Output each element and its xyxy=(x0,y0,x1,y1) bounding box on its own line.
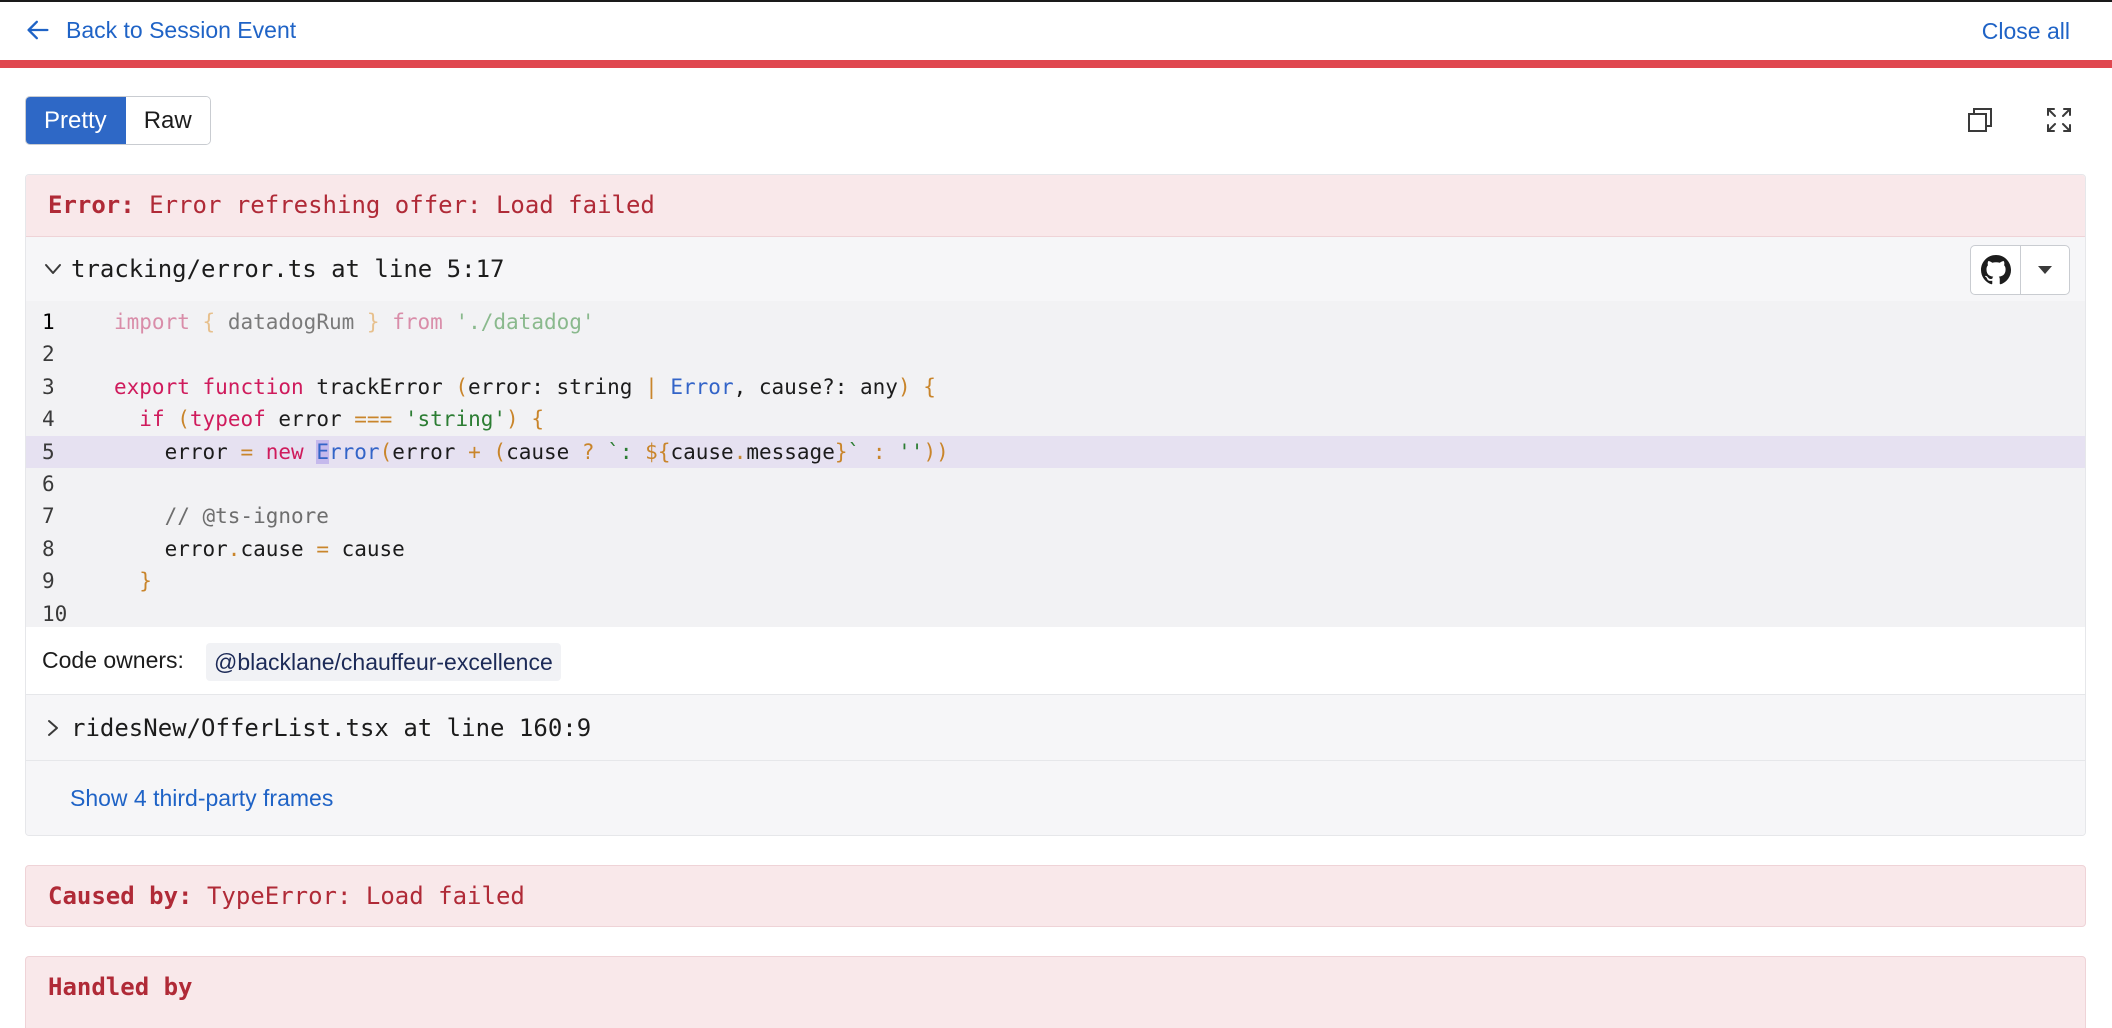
top-bar: Back to Session Event Close all xyxy=(0,0,2112,62)
line-number: 7 xyxy=(42,504,55,529)
code-owners-label: Code owners: xyxy=(42,647,184,673)
code-line: 1 import { datadogRum } from './datadog' xyxy=(26,306,2085,338)
source-link-group xyxy=(1970,245,2070,295)
github-icon xyxy=(1980,255,2011,285)
line-number: 2 xyxy=(42,342,55,367)
error-message: Error refreshing offer: Load failed xyxy=(149,191,655,219)
error-header: Error: Error refreshing offer: Load fail… xyxy=(26,175,2085,237)
code-line: 2 xyxy=(26,338,2085,370)
code-snippet: 1 import { datadogRum } from './datadog' … xyxy=(26,301,2085,627)
error-indicator-strip xyxy=(0,60,2112,68)
error-stack-panel: Error: Error refreshing offer: Load fail… xyxy=(25,174,2086,836)
view-mode-toggle: Pretty Raw xyxy=(25,96,211,145)
github-button[interactable] xyxy=(1971,246,2021,294)
code-text: } xyxy=(139,569,152,594)
code-owners-row: Code owners: @blacklane/chauffeur-excell… xyxy=(26,627,2085,695)
code-text: import { datadogRum } from './datadog' xyxy=(114,310,595,334)
line-number: 3 xyxy=(42,374,55,399)
stack-frame-title: ridesNew/OfferList.tsx at line 160:9 xyxy=(71,714,592,742)
handled-by-label: Handled by xyxy=(48,973,193,1001)
chevron-right-icon[interactable] xyxy=(42,717,64,739)
code-line: 10 xyxy=(26,598,2085,630)
code-line: 4 if (typeof error === 'string') { xyxy=(26,403,2085,435)
raw-button[interactable]: Raw xyxy=(125,97,210,144)
close-all-button[interactable]: Close all xyxy=(1982,18,2070,45)
stack-frame-title: tracking/error.ts at line 5:17 xyxy=(71,255,505,283)
caret-down-icon xyxy=(2038,266,2052,274)
line-number: 4 xyxy=(42,407,55,432)
line-number: 1 xyxy=(42,310,55,334)
handled-by-header: Handled by xyxy=(25,956,2086,1028)
line-number: 8 xyxy=(42,536,55,561)
code-line-highlighted: 5 error = new Error(error + (cause ? `: … xyxy=(26,435,2085,468)
line-number: 10 xyxy=(42,601,68,626)
error-prefix: Error: xyxy=(48,191,135,219)
code-text: if (typeof error === 'string') { xyxy=(139,407,544,432)
caused-by-message: TypeError: Load failed xyxy=(206,882,525,910)
arrow-left-icon xyxy=(27,20,49,40)
copy-icon[interactable] xyxy=(1964,104,1996,136)
caused-by-prefix: Caused by: xyxy=(48,882,193,910)
show-third-party-frames-link[interactable]: Show 4 third-party frames xyxy=(70,785,333,812)
line-number: 5 xyxy=(42,439,55,464)
code-text: // @ts-ignore xyxy=(164,504,329,529)
pretty-button[interactable]: Pretty xyxy=(26,97,126,144)
stack-frame-header-collapsed[interactable]: ridesNew/OfferList.tsx at line 160:9 xyxy=(26,695,2085,761)
line-number: 6 xyxy=(42,471,55,496)
caused-by-header: Caused by: TypeError: Load failed xyxy=(25,865,2086,927)
stack-frame-header[interactable]: tracking/error.ts at line 5:17 xyxy=(26,237,2085,301)
back-to-session-event-link[interactable]: Back to Session Event xyxy=(24,16,296,44)
fullscreen-icon[interactable] xyxy=(2043,104,2075,136)
chevron-down-icon[interactable] xyxy=(42,258,64,280)
code-text: error.cause = cause xyxy=(114,536,405,561)
source-options-dropdown[interactable] xyxy=(2021,246,2069,294)
code-text: error = new Error(error + (cause ? `: ${… xyxy=(114,439,949,464)
code-line: 7 // @ts-ignore xyxy=(26,500,2085,532)
back-link-label: Back to Session Event xyxy=(66,16,297,43)
code-text: export function trackError (error: strin… xyxy=(114,374,936,399)
code-line: 8 error.cause = cause xyxy=(26,533,2085,565)
code-line: 6 xyxy=(26,468,2085,500)
code-owner-chip[interactable]: @blacklane/chauffeur-excellence xyxy=(206,643,561,681)
third-party-frames-row: Show 4 third-party frames xyxy=(26,761,2085,835)
line-number: 9 xyxy=(42,569,55,594)
code-line: 9 } xyxy=(26,565,2085,597)
code-line: 3 export function trackError (error: stri… xyxy=(26,371,2085,403)
